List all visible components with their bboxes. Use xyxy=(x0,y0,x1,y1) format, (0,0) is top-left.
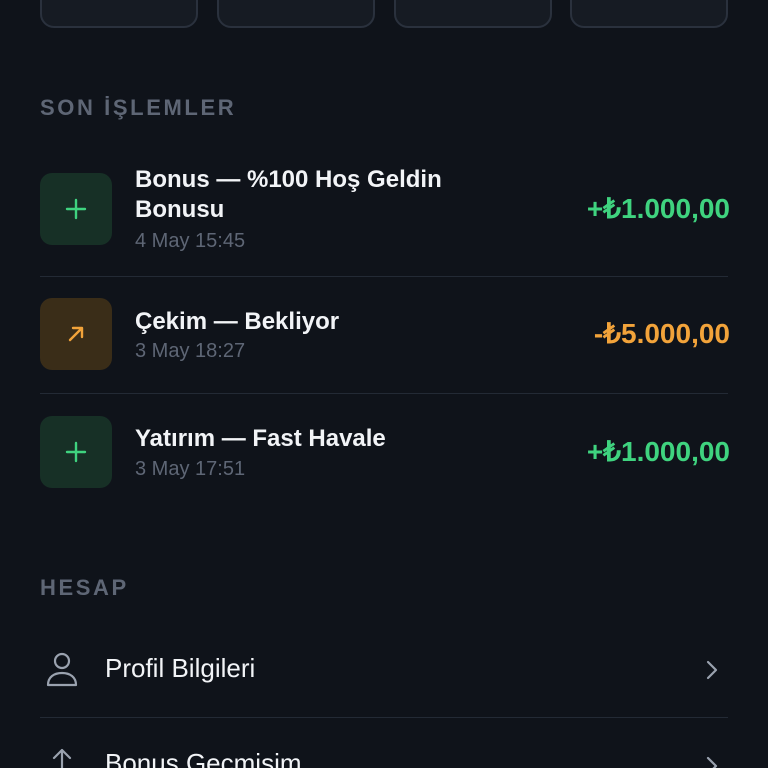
profile-info-item[interactable]: Profil Bilgileri xyxy=(40,640,730,700)
menu-item-label: Profil Bilgileri xyxy=(105,653,256,683)
deposit-button[interactable]: Yatırım xyxy=(40,0,198,28)
transaction-date: 3 May 18:27 xyxy=(135,340,246,362)
transaction-row[interactable]: Bonus — %100 Hoş Geldin Bonusu 4 May 15:… xyxy=(40,165,730,265)
transaction-title: Çekim — Bekliyor xyxy=(135,308,340,335)
arrow-up-right-icon xyxy=(40,298,112,370)
upload-icon xyxy=(52,748,72,768)
chevron-right-icon xyxy=(706,756,718,768)
plus-icon xyxy=(40,173,112,245)
user-icon xyxy=(46,652,78,687)
quick-actions: Yatırım Çekim Bonus Al Destek xyxy=(40,0,730,30)
recent-transactions-title: SON İŞLEMLER xyxy=(40,95,237,120)
transaction-amount: +₺1.000,00 xyxy=(586,436,730,467)
withdraw-button[interactable]: Çekim xyxy=(217,0,375,28)
chevron-right-icon xyxy=(706,660,718,680)
transaction-row[interactable]: Çekim — Bekliyor 3 May 18:27 -₺5.000,00 xyxy=(40,298,730,373)
get-bonus-button[interactable]: Bonus Al xyxy=(394,0,552,28)
transaction-row[interactable]: Yatırım — Fast Havale 3 May 17:51 +₺1.00… xyxy=(40,416,730,491)
divider xyxy=(40,393,728,394)
plus-icon xyxy=(40,416,112,488)
transaction-amount: -₺5.000,00 xyxy=(593,318,730,349)
transaction-date: 4 May 15:45 xyxy=(135,230,246,252)
account-section-title: HESAP xyxy=(40,575,129,600)
menu-item-label: Bonus Geçmişim xyxy=(105,748,302,768)
transaction-title: Yatırım — Fast Havale xyxy=(135,425,386,452)
transaction-date: 3 May 17:51 xyxy=(135,458,246,480)
transaction-title: Bonus — %100 Hoş Geldin Bonusu xyxy=(135,166,442,223)
divider xyxy=(40,717,728,718)
support-button[interactable]: Destek xyxy=(570,0,728,28)
bonus-history-item[interactable]: Bonus Geçmişim xyxy=(40,738,730,768)
divider xyxy=(40,276,728,277)
transaction-amount: +₺1.000,00 xyxy=(586,193,730,224)
